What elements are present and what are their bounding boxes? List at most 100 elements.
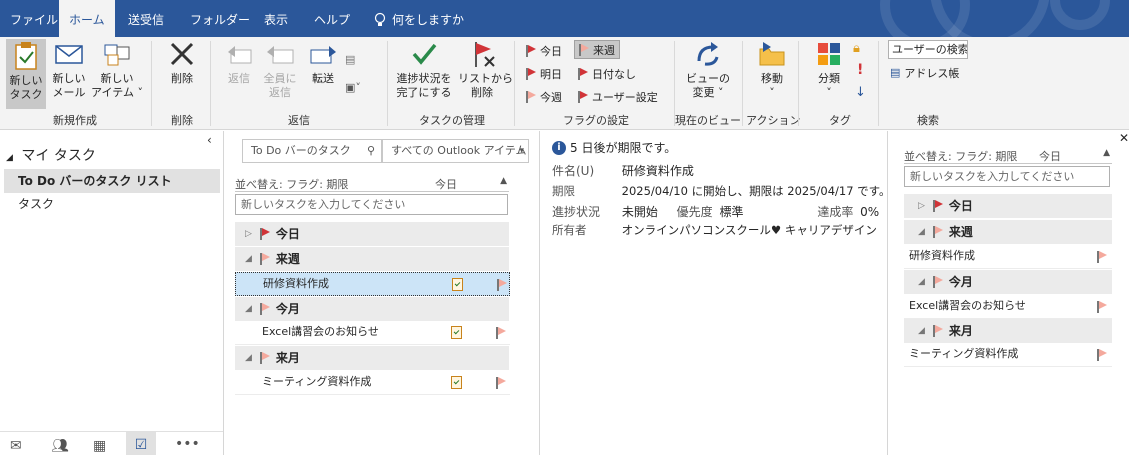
flag-next-week-button[interactable]: 来週 — [574, 40, 620, 59]
flag-icon[interactable] — [1097, 349, 1107, 361]
info-icon: i — [552, 140, 566, 155]
group-separator — [878, 41, 879, 126]
reply-all-button[interactable]: 全員に 返信 — [260, 39, 300, 100]
todo-group-next-week[interactable]: ◢ 来週 — [904, 220, 1112, 244]
more-icon[interactable]: ••• — [175, 436, 200, 452]
tab-view[interactable]: 表示 — [254, 0, 298, 37]
new-mail-button[interactable]: 新しい メール — [50, 39, 88, 100]
task-subject: 研修資料作成 — [263, 277, 329, 290]
mark-complete-button[interactable]: 進捗状況を 完了にする — [393, 39, 455, 100]
flag-custom-button[interactable]: ユーザー設定 — [578, 87, 658, 106]
tab-folder[interactable]: フォルダー — [180, 0, 260, 37]
group-name: 来月 — [275, 351, 300, 365]
flag-icon — [932, 276, 943, 288]
todo-group-today[interactable]: ▷ 今日 — [904, 194, 1112, 218]
new-task-label: 新しい タスク — [9, 74, 43, 101]
tab-home[interactable]: ホーム — [59, 0, 115, 37]
new-task-button[interactable]: 新しい タスク — [6, 39, 46, 109]
close-todo-bar-icon[interactable]: ✕ — [1119, 131, 1129, 145]
sort-arrow-icon: ▲ — [1103, 148, 1110, 158]
flag-icon[interactable] — [1097, 251, 1107, 263]
todo-sort-label: 並べ替え: フラグ: 期限 — [904, 150, 1018, 163]
folder-todo-list[interactable]: To Do バーのタスク リスト — [4, 169, 220, 193]
chevron-down-icon: ▾ — [519, 146, 524, 156]
collapse-pane-icon[interactable]: ‹ — [207, 133, 212, 147]
reply-button[interactable]: 返信 — [220, 39, 258, 86]
search-input[interactable]: To Do バーのタスク ⚲ — [242, 139, 382, 163]
flag-icon[interactable] — [496, 327, 506, 339]
group-separator — [798, 41, 799, 126]
more-respond-icon[interactable]: ▤ — [345, 53, 373, 69]
flag-this-week-button[interactable]: 今週 — [526, 87, 562, 106]
task-row[interactable]: ミーティング資料作成 — [235, 371, 510, 395]
move-button[interactable]: 移動 ˅ — [750, 39, 794, 100]
expand-triangle-icon: ◢ — [6, 153, 13, 163]
delete-label: 削除 — [171, 72, 193, 85]
new-task-input[interactable]: 新しいタスクを入力してください — [235, 194, 508, 215]
tab-file[interactable]: ファイル — [0, 0, 68, 37]
change-view-button[interactable]: ビューの 変更 ˅ — [680, 39, 736, 100]
sort-bar[interactable]: 並べ替え: フラグ: 期限 今日 ▲ — [235, 176, 509, 192]
due-label: 期限 — [552, 184, 575, 198]
task-row[interactable]: Excel講習会のお知らせ — [235, 321, 510, 345]
todo-task-row[interactable]: Excel講習会のお知らせ — [904, 295, 1112, 319]
flag-icon — [932, 325, 943, 337]
my-tasks-header[interactable]: ◢ マイ タスク — [6, 145, 96, 165]
flag-icon[interactable] — [497, 279, 507, 291]
search-placeholder: To Do バーのタスク — [251, 144, 351, 157]
meeting-dropdown-icon[interactable]: ▣˅ — [345, 81, 373, 97]
group-header-next-week[interactable]: ◢ 来週 — [235, 247, 509, 271]
folder-tasks[interactable]: タスク — [4, 192, 220, 216]
todo-task-row[interactable]: ミーティング資料作成 — [904, 343, 1112, 367]
categorize-icon — [818, 43, 840, 65]
mail-icon[interactable]: ✉ — [10, 438, 22, 454]
tell-me-box[interactable]: 何をしますか — [364, 0, 474, 37]
search-people-box[interactable]: ユーザーの検索 — [888, 40, 968, 59]
task-row[interactable]: 研修資料作成 — [235, 272, 510, 296]
todo-sort-bar[interactable]: 並べ替え: フラグ: 期限 今日 ▲ — [904, 148, 1112, 164]
tab-send-receive[interactable]: 送受信 — [118, 0, 174, 37]
flag-tomorrow-button[interactable]: 明日 — [526, 64, 562, 83]
calendar-icon[interactable]: ▦ — [93, 438, 106, 454]
todo-task-row[interactable]: 研修資料作成 — [904, 245, 1112, 269]
address-book-label: アドレス帳 — [904, 66, 960, 80]
high-importance-icon[interactable]: ! — [857, 62, 863, 78]
reply-icon — [228, 46, 252, 64]
tab-help[interactable]: ヘルプ — [304, 0, 360, 37]
delete-x-icon — [170, 42, 194, 66]
search-icon[interactable]: ⚲ — [367, 140, 375, 162]
flag-icon — [259, 303, 270, 315]
new-items-button[interactable]: 新しい アイテム ˅ — [90, 39, 144, 100]
todo-new-task-input[interactable]: 新しいタスクを入力してください — [904, 166, 1110, 187]
todo-group-this-month[interactable]: ◢ 今月 — [904, 270, 1112, 294]
group-header-this-month[interactable]: ◢ 今月 — [235, 297, 509, 321]
address-book-button[interactable]: ▤ アドレス帳 — [890, 63, 959, 82]
flag-icon — [579, 43, 589, 56]
flag-icon[interactable] — [496, 377, 506, 389]
reply-all-icon — [267, 46, 294, 64]
subject-line: 件名(U) 研修資料作成 — [552, 162, 694, 179]
collapse-triangle-icon: ◢ — [245, 254, 252, 264]
categorize-button[interactable]: 分類 ˅ — [810, 39, 848, 100]
private-lock-icon[interactable]: 🔒︎ — [853, 41, 860, 56]
forward-button[interactable]: 転送 — [304, 39, 342, 86]
group-separator — [742, 41, 743, 126]
group-header-today[interactable]: ▷ 今日 — [235, 222, 509, 246]
delete-button[interactable]: 削除 — [160, 39, 204, 86]
people-icon[interactable]: 👥︎ — [51, 438, 69, 454]
group-header-next-month[interactable]: ◢ 来月 — [235, 346, 509, 370]
flag-icon[interactable] — [1097, 301, 1107, 313]
search-scope-dropdown[interactable]: すべての Outlook アイテム ▾ — [382, 139, 529, 163]
remove-from-list-button[interactable]: リストから 削除 — [458, 39, 513, 100]
task-list-pane: To Do バーのタスク ⚲ すべての Outlook アイテム ▾ 並べ替え:… — [225, 131, 540, 455]
flag-no-date-button[interactable]: 日付なし — [578, 64, 636, 83]
tasks-icon[interactable]: ☑ — [126, 432, 156, 455]
categorize-label: 分類 ˅ — [818, 72, 840, 99]
todo-group-next-month[interactable]: ◢ 来月 — [904, 319, 1112, 343]
group-name: 来月 — [948, 324, 973, 338]
low-importance-icon[interactable]: ↓ — [855, 85, 866, 100]
task-icon — [451, 326, 462, 339]
task-subject: Excel講習会のお知らせ — [909, 299, 1026, 312]
group-label-find: 検索 — [917, 114, 939, 127]
flag-today-button[interactable]: 今日 — [526, 41, 562, 60]
